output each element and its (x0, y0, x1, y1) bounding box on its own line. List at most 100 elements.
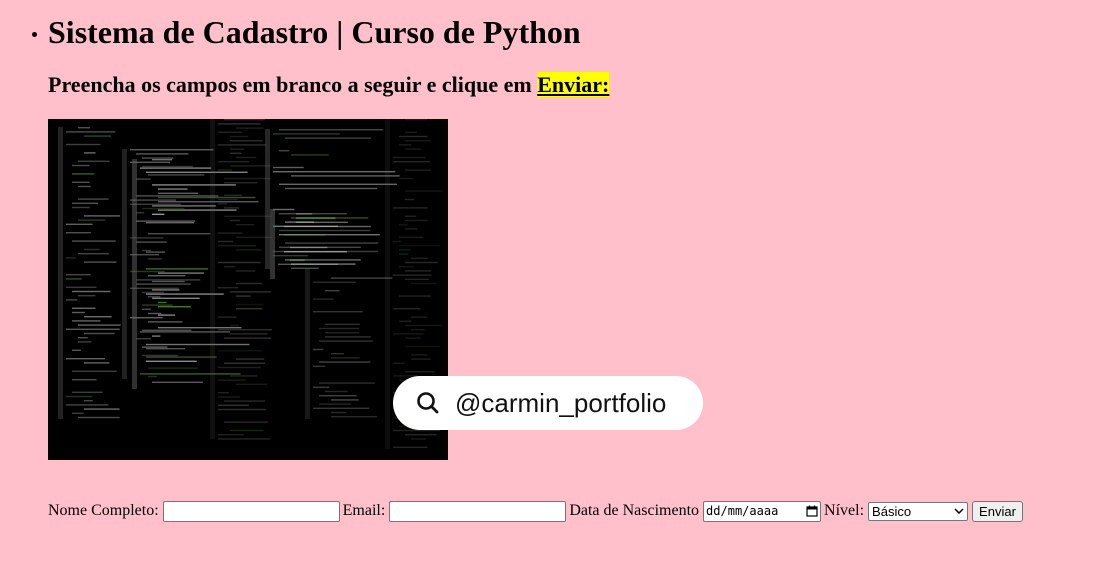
code-line (136, 241, 167, 243)
code-line (224, 119, 265, 121)
code-line (236, 308, 263, 310)
code-line (84, 400, 93, 402)
code-line (218, 144, 267, 146)
code-line (146, 360, 197, 362)
code-line (285, 187, 378, 190)
code-line (136, 283, 191, 285)
code-line (72, 391, 103, 393)
code-line (285, 137, 371, 139)
code-line (230, 333, 268, 335)
code-line (136, 220, 195, 222)
code-line (405, 215, 417, 217)
code-line (224, 215, 273, 217)
code-line (236, 156, 257, 159)
code-line (66, 328, 120, 330)
code-gutter (270, 209, 275, 279)
code-line (84, 261, 117, 263)
code-line (411, 358, 431, 360)
code-line (72, 379, 97, 381)
code-line (218, 198, 238, 201)
code-gutter (210, 119, 215, 439)
code-line (331, 416, 377, 418)
code-line (142, 329, 192, 331)
code-line (158, 209, 237, 211)
code-line (152, 381, 203, 383)
code-line (411, 316, 428, 318)
calendar-icon[interactable] (806, 505, 818, 517)
code-line (399, 224, 408, 226)
code-line (78, 324, 121, 326)
submit-button[interactable]: Enviar (972, 500, 1023, 522)
code-line (72, 311, 85, 314)
code-line (319, 403, 351, 405)
code-line (72, 307, 96, 309)
code-line (136, 279, 201, 281)
code-line (273, 255, 308, 257)
code-line (325, 323, 360, 325)
code-line (279, 213, 347, 215)
code-line (411, 282, 437, 285)
code-line (218, 379, 246, 381)
code-line (158, 314, 176, 316)
search-pill: @carmin_portfolio (393, 376, 703, 430)
code-line (72, 164, 90, 167)
code-line (142, 291, 165, 294)
code-line (273, 208, 295, 211)
code-line (152, 205, 216, 207)
level-select[interactable]: Básico (868, 501, 969, 521)
code-line (152, 297, 200, 299)
code-line (411, 438, 427, 440)
code-line (284, 251, 347, 253)
portfolio-handle: @carmin_portfolio (455, 387, 667, 418)
code-line (148, 375, 157, 378)
email-input[interactable] (389, 500, 567, 522)
code-line (158, 301, 167, 304)
code-line (236, 127, 264, 129)
code-line (218, 392, 229, 394)
code-line (405, 169, 431, 171)
birth-date-input[interactable]: dd/mm/aaaa (703, 500, 822, 522)
code-line (72, 290, 111, 293)
code-line (78, 341, 92, 343)
code-line (325, 390, 348, 393)
code-line (331, 277, 393, 279)
code-line (142, 308, 152, 310)
code-line (66, 404, 109, 406)
code-line (399, 144, 412, 146)
code-line (405, 131, 417, 133)
code-line (405, 434, 437, 436)
code-line (66, 257, 76, 259)
code-line (399, 245, 441, 247)
code-line (405, 345, 441, 348)
code-line (218, 329, 273, 331)
code-line (399, 266, 414, 268)
code-line (313, 365, 326, 367)
code-line (72, 181, 90, 183)
code-line (273, 166, 304, 169)
code-line (148, 275, 186, 277)
code-line (130, 287, 179, 289)
code-line (230, 135, 249, 138)
code-line (158, 192, 199, 194)
code-line (72, 320, 101, 322)
code-line (148, 174, 205, 176)
page-title: Sistema de Cadastro | Curso de Python (48, 14, 581, 50)
code-line (152, 184, 236, 186)
code-line (313, 407, 370, 409)
code-line (218, 261, 261, 264)
code-line (78, 160, 110, 162)
code-line (84, 135, 112, 137)
code-line (130, 203, 181, 205)
code-line (279, 129, 384, 131)
code-gutter (122, 149, 127, 379)
name-input[interactable] (162, 500, 340, 522)
code-line (224, 421, 269, 423)
code-line (331, 353, 344, 355)
code-line (66, 299, 78, 301)
code-line (230, 148, 245, 150)
code-line (78, 198, 109, 200)
code-line (285, 242, 379, 244)
code-line (224, 362, 266, 364)
code-line (130, 149, 214, 151)
code-line (146, 251, 166, 253)
